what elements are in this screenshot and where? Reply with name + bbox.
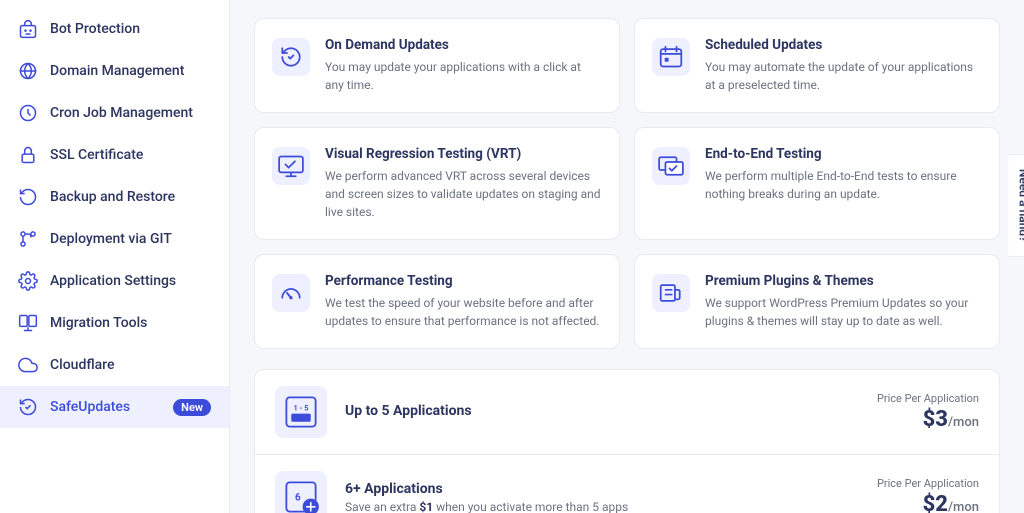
lock-icon	[18, 145, 38, 165]
sidebar-item-label: Migration Tools	[50, 315, 147, 331]
card-premium-plugins: Premium Plugins & Themes We support Word…	[634, 254, 1000, 349]
svg-text:1 - 5: 1 - 5	[294, 403, 309, 412]
sidebar: Bot Protection Domain Management Cron Jo…	[0, 0, 230, 513]
price-amount: $3/mon	[877, 407, 979, 432]
sidebar-item-app-settings[interactable]: Application Settings	[0, 260, 229, 302]
card-desc: We perform advanced VRT across several d…	[325, 167, 601, 221]
card-scheduled-updates: Scheduled Updates You may automate the u…	[634, 18, 1000, 113]
price-label: Price Per Application	[877, 477, 979, 490]
card-title: Visual Regression Testing (VRT)	[325, 146, 601, 162]
card-desc: We support WordPress Premium Updates so …	[705, 294, 981, 330]
card-title: End-to-End Testing	[705, 146, 981, 162]
cloud-icon	[18, 355, 38, 375]
card-title: On Demand Updates	[325, 37, 601, 53]
clock-icon	[18, 103, 38, 123]
sidebar-item-deployment[interactable]: Deployment via GIT	[0, 218, 229, 260]
calendar-icon	[651, 37, 691, 77]
card-performance: Performance Testing We test the speed of…	[254, 254, 620, 349]
sidebar-item-cron-job[interactable]: Cron Job Management	[0, 92, 229, 134]
card-desc: You may automate the update of your appl…	[705, 58, 981, 94]
sidebar-item-migration[interactable]: Migration Tools	[0, 302, 229, 344]
apps-1-5-icon: 1 - 5	[275, 386, 327, 438]
card-desc: We perform multiple End-to-End tests to …	[705, 167, 981, 203]
pricing-price-6plus: Price Per Application $2/mon	[877, 477, 979, 513]
globe-icon	[18, 61, 38, 81]
gauge-icon	[271, 273, 311, 313]
git-icon	[18, 229, 38, 249]
pricing-row-6plus: 6 6+ Applications Save an extra $1 when …	[255, 455, 999, 513]
pricing-section: 1 - 5 Up to 5 Applications Price Per App…	[254, 369, 1000, 513]
pricing-subtitle: Save an extra $1 when you activate more …	[345, 500, 877, 513]
sidebar-item-ssl[interactable]: SSL Certificate	[0, 134, 229, 176]
safeupdates-icon	[18, 397, 38, 417]
pricing-title: 6+ Applications	[345, 481, 877, 497]
pricing-row-5: 1 - 5 Up to 5 Applications Price Per App…	[255, 370, 999, 455]
pricing-price-5: Price Per Application $3/mon	[877, 392, 979, 432]
price-amount: $2/mon	[877, 492, 979, 513]
card-desc: You may update your applications with a …	[325, 58, 601, 94]
card-title: Premium Plugins & Themes	[705, 273, 981, 289]
card-title: Performance Testing	[325, 273, 601, 289]
card-e2e: End-to-End Testing We perform multiple E…	[634, 127, 1000, 240]
sidebar-item-label: Cron Job Management	[50, 105, 193, 121]
svg-text:6: 6	[295, 492, 301, 503]
bot-icon	[18, 19, 38, 39]
sidebar-item-label: SSL Certificate	[50, 147, 143, 163]
pricing-title: Up to 5 Applications	[345, 403, 877, 419]
new-badge: New	[173, 399, 211, 416]
monitor-icon	[271, 146, 311, 186]
sidebar-item-label: SafeUpdates	[50, 399, 130, 415]
sidebar-item-label: Cloudflare	[50, 357, 114, 373]
apps-6-plus-icon: 6	[275, 471, 327, 513]
main-content: On Demand Updates You may update your ap…	[230, 0, 1024, 513]
sidebar-item-label: Backup and Restore	[50, 189, 175, 205]
card-vrt: Visual Regression Testing (VRT) We perfo…	[254, 127, 620, 240]
sidebar-item-label: Domain Management	[50, 63, 184, 79]
backup-icon	[18, 187, 38, 207]
card-on-demand-updates: On Demand Updates You may update your ap…	[254, 18, 620, 113]
sidebar-item-bot-protection[interactable]: Bot Protection	[0, 8, 229, 50]
sidebar-item-domain-management[interactable]: Domain Management	[0, 50, 229, 92]
sidebar-item-label: Bot Protection	[50, 21, 140, 37]
sidebar-item-safeupdates[interactable]: SafeUpdates New	[0, 386, 229, 428]
features-grid: On Demand Updates You may update your ap…	[254, 18, 1000, 349]
sidebar-item-label: Deployment via GIT	[50, 231, 172, 247]
circular-arrow-icon	[271, 37, 311, 77]
need-hand-tab[interactable]: Need a hand?	[1009, 153, 1024, 256]
card-title: Scheduled Updates	[705, 37, 981, 53]
sidebar-item-cloudflare[interactable]: Cloudflare	[0, 344, 229, 386]
migration-icon	[18, 313, 38, 333]
sidebar-item-label: Application Settings	[50, 273, 176, 289]
plugin-icon	[651, 273, 691, 313]
price-label: Price Per Application	[877, 392, 979, 405]
settings-icon	[18, 271, 38, 291]
card-desc: We test the speed of your website before…	[325, 294, 601, 330]
e2e-icon	[651, 146, 691, 186]
sidebar-item-backup[interactable]: Backup and Restore	[0, 176, 229, 218]
